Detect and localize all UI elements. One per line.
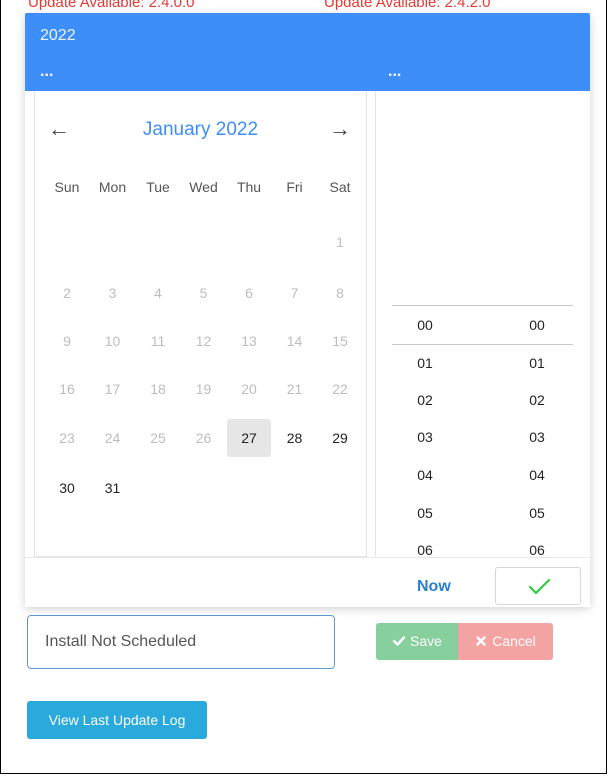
minute-option[interactable]: 04 bbox=[517, 467, 557, 483]
calendar-day: 11 bbox=[150, 333, 166, 349]
install-schedule-field[interactable]: Install Not Scheduled bbox=[27, 615, 335, 669]
next-month-arrow-icon[interactable]: → bbox=[326, 116, 354, 142]
weekday-header: Tue bbox=[146, 179, 170, 195]
hour-option[interactable]: 03 bbox=[405, 429, 445, 445]
calendar-day-selected[interactable]: 27 bbox=[227, 419, 271, 457]
calendar-day: 3 bbox=[108, 285, 117, 301]
calendar-day: 12 bbox=[195, 333, 212, 349]
weekday-header: Sat bbox=[329, 179, 351, 195]
year-label[interactable]: 2022 bbox=[216, 119, 258, 140]
time-panel: 00 01 02 03 04 05 06 00 01 02 03 04 05 06 bbox=[375, 91, 590, 558]
time-selection-top-line bbox=[392, 305, 573, 306]
view-last-update-log-button[interactable]: View Last Update Log bbox=[27, 701, 207, 739]
save-label: Save bbox=[410, 633, 442, 649]
weekday-header: Sun bbox=[54, 179, 80, 195]
save-button[interactable]: Save bbox=[376, 623, 458, 660]
minute-option[interactable]: 01 bbox=[517, 355, 557, 371]
calendar-day: 22 bbox=[332, 381, 348, 397]
weekday-header: Wed bbox=[189, 179, 218, 195]
weekday-header: Fri bbox=[286, 179, 303, 195]
update-notice-right: Update Available: 2.4.2.0 bbox=[324, 0, 491, 11]
weekday-header: Thu bbox=[236, 179, 262, 195]
calendar-day: 25 bbox=[150, 430, 166, 446]
check-icon bbox=[528, 578, 551, 595]
month-label[interactable]: January bbox=[143, 119, 211, 140]
update-notice-left: Update Available: 2.4.0.0 bbox=[28, 0, 195, 11]
calendar-day[interactable]: 28 bbox=[273, 419, 317, 457]
calendar-day[interactable]: 30 bbox=[45, 469, 89, 507]
hour-option[interactable]: 02 bbox=[405, 392, 445, 408]
calendar-day: 2 bbox=[63, 285, 71, 301]
calendar-day: 5 bbox=[199, 285, 208, 301]
calendar-day: 20 bbox=[241, 381, 257, 397]
picker-footer: Now bbox=[25, 557, 590, 607]
cancel-label: Cancel bbox=[492, 633, 536, 649]
minute-option[interactable]: 03 bbox=[517, 429, 557, 445]
weekday-header: Mon bbox=[98, 179, 127, 195]
calendar-day: 26 bbox=[195, 430, 212, 446]
hour-option[interactable]: 05 bbox=[405, 505, 445, 521]
calendar-day: 7 bbox=[290, 285, 299, 301]
header-date-placeholder[interactable]: ... bbox=[40, 63, 53, 81]
calendar-day: 16 bbox=[59, 381, 75, 397]
calendar-day: 14 bbox=[286, 333, 303, 349]
close-icon bbox=[476, 636, 486, 646]
check-icon bbox=[392, 636, 406, 646]
month-year-title[interactable]: January 2022 bbox=[35, 119, 366, 141]
calendar-day: 23 bbox=[59, 430, 75, 446]
calendar-day: 19 bbox=[195, 381, 212, 397]
minute-option[interactable]: 06 bbox=[517, 542, 557, 558]
time-selection-bottom-line bbox=[392, 344, 573, 345]
calendar-day: 6 bbox=[245, 285, 253, 301]
calendar-day: 17 bbox=[104, 381, 121, 397]
calendar-day: 9 bbox=[63, 333, 71, 349]
confirm-button[interactable] bbox=[495, 567, 581, 605]
hour-option[interactable]: 00 bbox=[405, 317, 445, 333]
calendar-day: 10 bbox=[104, 333, 121, 349]
calendar-day: 8 bbox=[336, 285, 344, 301]
calendar-day: 15 bbox=[332, 333, 348, 349]
hour-option[interactable]: 04 bbox=[405, 467, 445, 483]
hour-option[interactable]: 01 bbox=[405, 355, 445, 371]
calendar-panel: ← January 2022 → Sun Mon Tue Wed Thu Fri Sat 1 2… bbox=[34, 91, 367, 557]
cancel-button[interactable]: Cancel bbox=[458, 623, 553, 660]
picker-header: 2022 ... ... bbox=[25, 13, 590, 91]
calendar-day: 18 bbox=[150, 381, 166, 397]
datetime-picker-popup: 2022 ... ... ← January 2022 → Sun Mon Tue W… bbox=[25, 13, 590, 607]
calendar-day: 21 bbox=[286, 381, 303, 397]
hour-option[interactable]: 06 bbox=[405, 542, 445, 558]
calendar-day: 1 bbox=[336, 234, 344, 250]
page-frame: Update Available: 2.4.0.0 Update Availab… bbox=[0, 0, 607, 774]
calendar-day: 4 bbox=[154, 285, 162, 301]
header-year[interactable]: 2022 bbox=[40, 27, 76, 45]
header-time-placeholder[interactable]: ... bbox=[388, 63, 401, 81]
minute-option[interactable]: 00 bbox=[517, 317, 557, 333]
minute-option[interactable]: 05 bbox=[517, 505, 557, 521]
minute-option[interactable]: 02 bbox=[517, 392, 557, 408]
calendar-day[interactable]: 31 bbox=[91, 469, 135, 507]
calendar-day: 13 bbox=[241, 333, 257, 349]
now-button[interactable]: Now bbox=[417, 578, 451, 596]
calendar-day[interactable]: 29 bbox=[318, 419, 362, 457]
calendar-day: 24 bbox=[104, 430, 121, 446]
